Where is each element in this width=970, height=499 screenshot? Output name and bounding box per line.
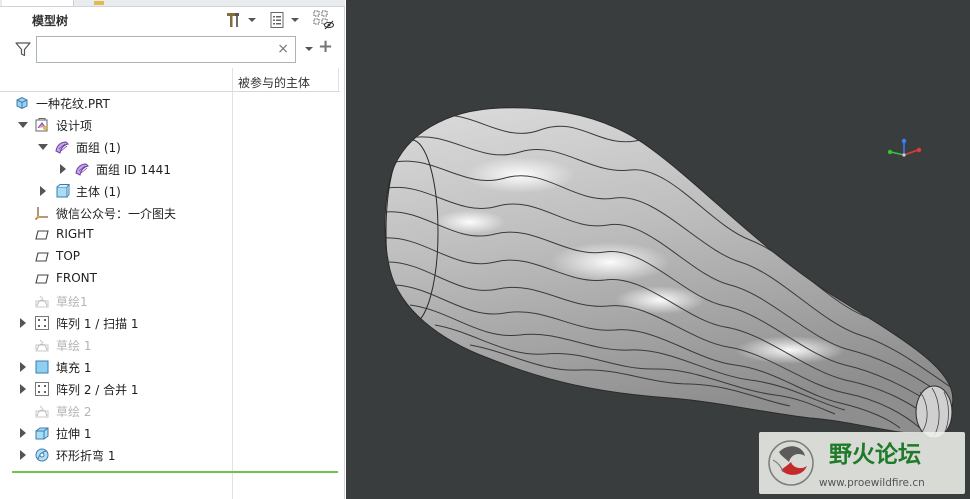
datum-plane-icon [34, 227, 50, 243]
tree-item-label: 一种花纹.PRT [36, 97, 110, 111]
csys-icon [34, 205, 50, 221]
tree-item-label: 设计项 [56, 119, 93, 133]
panel-title: 模型树 [32, 14, 69, 28]
tree-row-2[interactable]: 草绘 2 [0, 400, 232, 422]
expand-toggle-icon[interactable] [20, 428, 26, 438]
tree-row-1[interactable]: 环形折弯 1 [0, 444, 232, 466]
sketch-icon [34, 293, 50, 309]
watermark-url: www.proewildfire.cn [819, 477, 925, 489]
tools-icon [227, 13, 239, 27]
tree-item-label: 草绘 2 [56, 405, 92, 419]
watermark-logo: 野火论坛 www.proewildfire.cn [759, 432, 965, 494]
expand-toggle-icon[interactable] [20, 384, 26, 394]
tree-item-label: 面组 (1) [76, 141, 121, 155]
tree-row-front[interactable]: FRONT [0, 268, 232, 290]
insert-here-indicator[interactable] [12, 471, 338, 473]
tree-row-prt[interactable]: 一种花纹.PRT [0, 92, 232, 114]
tree-item-label: FRONT [56, 271, 97, 285]
tree-item-label: RIGHT [56, 227, 94, 241]
fill-icon [34, 359, 50, 375]
sketch-icon [34, 337, 50, 353]
graphics-viewport[interactable] [346, 0, 970, 499]
tree-row-1-1[interactable]: 阵列 1 / 扫描 1 [0, 312, 232, 334]
tree-row-1[interactable]: 草绘 1 [0, 334, 232, 356]
tree-row-1[interactable]: 主体 (1) [0, 180, 232, 202]
expand-toggle-icon[interactable] [40, 186, 46, 196]
add-column-button[interactable]: + [318, 38, 333, 56]
settings-tools-button[interactable] [225, 10, 256, 30]
tree-item-label: 主体 (1) [76, 185, 121, 199]
watermark-badge: 野火论坛 www.proewildfire.cn [759, 432, 965, 494]
design-items-icon [34, 117, 50, 133]
expand-toggle-icon[interactable] [20, 318, 26, 328]
show-button[interactable] [268, 10, 299, 30]
watermark-title: 野火论坛 [829, 441, 921, 468]
tree-item-label: 阵列 1 / 扫描 1 [56, 317, 139, 331]
tree-item-label: 草绘 1 [56, 339, 92, 353]
body-icon [54, 183, 71, 199]
tree-item-label: TOP [56, 249, 81, 263]
collapse-toggle-icon[interactable] [18, 122, 28, 128]
tree-row-1[interactable]: 拉伸 1 [0, 422, 232, 444]
part-icon [14, 95, 30, 111]
tree-row-id-1441[interactable]: 面组 ID 1441 [0, 158, 232, 180]
tree-item-label: 面组 ID 1441 [96, 163, 171, 177]
chevron-down-icon [248, 18, 256, 22]
column-divider[interactable] [232, 68, 233, 499]
chevron-down-icon [291, 18, 299, 22]
extrude-icon [34, 425, 50, 441]
tree-row-2-1[interactable]: 阵列 2 / 合并 1 [0, 378, 232, 400]
expand-toggle-icon[interactable] [20, 450, 26, 460]
tree-row-right[interactable]: RIGHT [0, 224, 232, 246]
search-box: × [36, 36, 296, 63]
pattern-icon [34, 315, 50, 331]
tree-row-1[interactable]: 草绘1 [0, 290, 232, 312]
folder-icon [94, 1, 104, 5]
model-3d-view[interactable] [346, 0, 970, 499]
tree-display-button[interactable] [313, 10, 335, 30]
tree-item-label: 填充 1 [56, 361, 92, 375]
tree-row-6[interactable]: 微信公众号：一介图夫 [0, 202, 232, 224]
expand-toggle-icon[interactable] [20, 362, 26, 372]
clear-search-button[interactable]: × [277, 41, 289, 57]
collapse-toggle-icon[interactable] [38, 144, 48, 150]
tree-item-label: 微信公众号：一介图夫 [56, 207, 177, 221]
tree-row-top[interactable]: TOP [0, 246, 232, 268]
tree-item-label: 草绘1 [56, 295, 88, 309]
sketch-icon [34, 403, 50, 419]
view-orientation-triad-icon [887, 138, 922, 157]
tree-item-label: 拉伸 1 [56, 427, 92, 441]
filter-icon[interactable] [14, 40, 32, 58]
search-input[interactable] [41, 39, 277, 60]
tree-item-label: 环形折弯 1 [56, 449, 116, 463]
tab-divider [0, 6, 345, 7]
datum-plane-icon [34, 271, 50, 287]
tree-item-label: 阵列 2 / 合并 1 [56, 383, 139, 397]
tree-row-1[interactable]: 面组 (1) [0, 136, 232, 158]
pattern-icon [34, 381, 50, 397]
search-options-dropdown[interactable] [305, 47, 313, 51]
tree-row-1[interactable]: 填充 1 [0, 356, 232, 378]
tree-view-icon [313, 10, 334, 30]
model-tree-panel: 模型树 × + 被参与的主体 一种花纹.PRT 设计项 面组 (1) 面组 ID… [0, 0, 345, 499]
column-header-involved-bodies[interactable]: 被参与的主体 [238, 74, 310, 91]
expand-toggle-icon[interactable] [60, 164, 66, 174]
tree-row-2[interactable]: 设计项 [0, 114, 232, 136]
column-edge [338, 68, 339, 92]
toroidal-bend-icon [34, 447, 50, 463]
quilt-icon [74, 161, 90, 177]
list-icon [270, 12, 284, 28]
datum-plane-icon [34, 249, 50, 265]
fluted-part-model[interactable] [384, 107, 954, 439]
quilt-icon [54, 139, 70, 155]
